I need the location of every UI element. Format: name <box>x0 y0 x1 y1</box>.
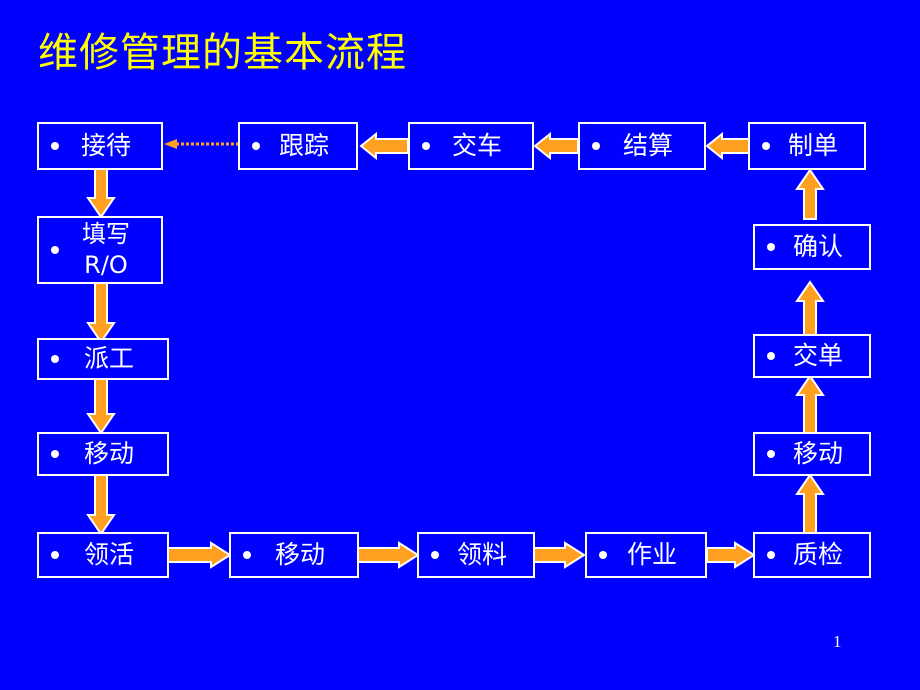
arrow-genzong-to-jiedai-feedback <box>163 138 239 150</box>
node-jiedai[interactable]: 接待 <box>37 122 163 170</box>
node-queren[interactable]: 确认 <box>753 224 871 270</box>
arrow-jiaoche-to-genzong <box>359 131 409 161</box>
arrow-zuoye-to-zhijian <box>706 541 756 569</box>
node-label: 派工 <box>83 344 134 373</box>
bullet-icon <box>599 551 607 559</box>
arrow-lingliao-to-zuoye <box>532 541 586 569</box>
arrow-jiedai-to-tianxie <box>86 167 116 219</box>
bullet-icon <box>767 450 775 458</box>
bullet-icon <box>243 551 251 559</box>
node-zuoye[interactable]: 作业 <box>585 532 707 578</box>
node-label: 移动 <box>792 439 843 468</box>
arrow-yidong3-to-jiaodan <box>795 374 825 434</box>
bullet-icon <box>762 142 770 150</box>
node-label: 接待 <box>80 131 131 160</box>
bullet-icon <box>51 355 59 363</box>
node-label: 填写 R/O <box>82 220 130 279</box>
bullet-icon <box>51 551 59 559</box>
node-zhijian[interactable]: 质检 <box>753 532 871 578</box>
node-yidong-bottom[interactable]: 移动 <box>229 532 359 578</box>
node-jiesuan[interactable]: 结算 <box>578 122 706 170</box>
slide-canvas: 维修管理的基本流程 接待 跟踪 交车 结算 制单 填写 R/O 派工 移动 领活… <box>0 0 920 690</box>
node-label: 跟踪 <box>278 131 329 160</box>
bullet-icon <box>431 551 439 559</box>
arrow-jiesuan-to-jiaoche <box>533 131 579 161</box>
node-label: 移动 <box>83 439 134 468</box>
bullet-icon <box>51 142 59 150</box>
arrow-yidong-to-linghuo <box>86 474 116 536</box>
arrow-linghuo-to-yidong2 <box>166 541 232 569</box>
bullet-icon <box>767 551 775 559</box>
node-label: 结算 <box>622 131 673 160</box>
node-genzong[interactable]: 跟踪 <box>238 122 358 170</box>
node-label: 质检 <box>792 540 843 569</box>
node-yidong-left[interactable]: 移动 <box>37 432 169 476</box>
page-number: 1 <box>833 632 842 651</box>
node-yidong-right[interactable]: 移动 <box>753 432 871 476</box>
page-title: 维修管理的基本流程 <box>38 30 407 76</box>
arrow-queren-to-zhidan <box>795 168 825 220</box>
arrow-jiaodan-to-queren <box>795 280 825 340</box>
node-label: 领活 <box>83 540 134 569</box>
bullet-icon <box>252 142 260 150</box>
node-tianxie-ro[interactable]: 填写 R/O <box>37 216 163 284</box>
bullet-icon <box>592 142 600 150</box>
node-linghuo[interactable]: 领活 <box>37 532 169 578</box>
node-lingliao[interactable]: 领料 <box>417 532 535 578</box>
node-label: 交单 <box>792 341 843 370</box>
node-label: 制单 <box>787 131 838 160</box>
bullet-icon <box>51 246 59 254</box>
node-label: 确认 <box>792 232 843 261</box>
node-jiaoche[interactable]: 交车 <box>408 122 534 170</box>
bullet-icon <box>51 450 59 458</box>
node-paigong[interactable]: 派工 <box>37 338 169 380</box>
arrow-zhijian-to-yidong3 <box>795 473 825 535</box>
arrow-zhidan-to-jiesuan <box>705 131 751 161</box>
node-label: 作业 <box>626 540 677 569</box>
bullet-icon <box>422 142 430 150</box>
node-jiaodan[interactable]: 交单 <box>753 334 871 378</box>
node-label: 移动 <box>274 540 325 569</box>
node-label: 交车 <box>451 131 502 160</box>
arrow-tianxie-to-paigong <box>86 282 116 344</box>
bullet-icon <box>767 243 775 251</box>
bullet-icon <box>767 352 775 360</box>
node-zhidan[interactable]: 制单 <box>748 122 866 170</box>
arrow-yidong2-to-lingliao <box>356 541 420 569</box>
arrow-paigong-to-yidong <box>86 375 116 435</box>
node-label: 领料 <box>456 540 507 569</box>
